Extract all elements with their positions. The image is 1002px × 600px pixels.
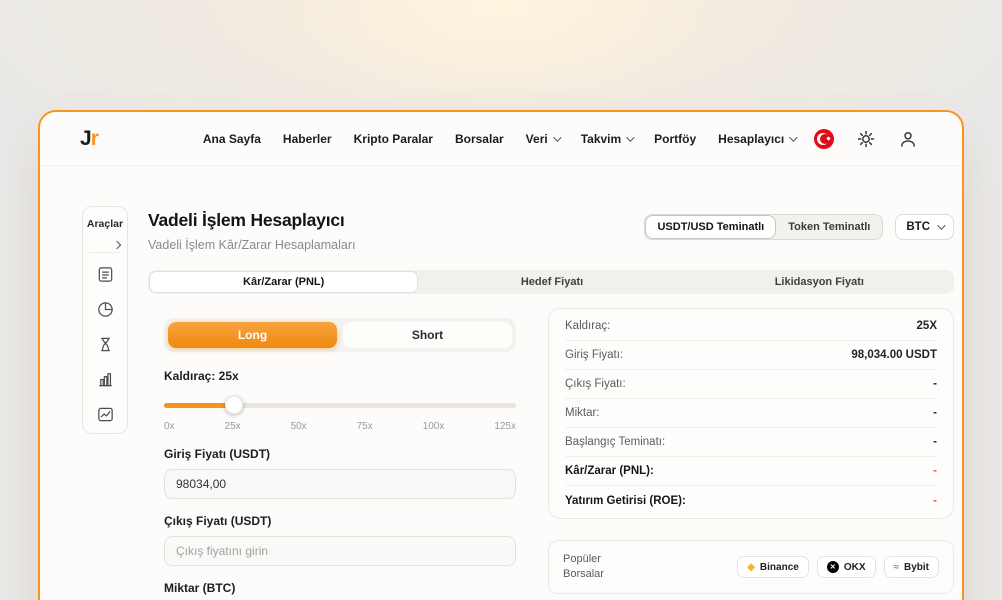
okx-button[interactable]: ✕ OKX bbox=[817, 556, 876, 578]
nav-item-haberler[interactable]: Haberler bbox=[283, 132, 332, 146]
pie-chart-icon bbox=[96, 300, 115, 319]
title-block: Vadeli İşlem Hesaplayıcı Vadeli İşlem Kâ… bbox=[148, 210, 355, 252]
nav-item-borsalar[interactable]: Borsalar bbox=[455, 132, 504, 146]
theme-toggle-button[interactable] bbox=[852, 125, 880, 153]
nav-item-hesaplayici[interactable]: Hesaplayıcı bbox=[718, 132, 795, 146]
result-row-entry-price: Giriş Fiyatı: 98,034.00 USDT bbox=[565, 341, 937, 370]
tick-label: 0x bbox=[164, 421, 175, 432]
leverage-label: Kaldıraç: 25x bbox=[164, 369, 516, 383]
document-icon bbox=[96, 265, 115, 284]
line-chart-icon bbox=[96, 405, 115, 424]
collateral-option-usdt[interactable]: USDT/USD Teminatlı bbox=[645, 215, 776, 239]
main-card: Jr Ana Sayfa Haberler Kripto Paralar Bor… bbox=[38, 110, 964, 600]
tick-label: 125x bbox=[494, 421, 516, 432]
tools-sidebar: Araçlar bbox=[82, 206, 128, 434]
long-button[interactable]: Long bbox=[168, 322, 337, 348]
nav-item-portfoy[interactable]: Portföy bbox=[654, 132, 696, 146]
collateral-toggle: USDT/USD Teminatlı Token Teminatlı bbox=[644, 214, 883, 240]
calculator-tabs: Kâr/Zarar (PNL) Hedef Fiyatı Likidasyon … bbox=[148, 270, 954, 294]
tick-label: 100x bbox=[423, 421, 445, 432]
user-icon bbox=[898, 129, 918, 149]
result-row-exit-price: Çıkış Fiyatı: - bbox=[565, 370, 937, 399]
sidebar-item-line-chart[interactable] bbox=[94, 403, 116, 425]
calculator-form: Long Short Kaldıraç: 25x 0x 25x 50x 75x … bbox=[164, 318, 516, 600]
result-row-leverage: Kaldıraç: 25X bbox=[565, 312, 937, 341]
slider-handle[interactable] bbox=[225, 396, 243, 414]
tab-pnl[interactable]: Kâr/Zarar (PNL) bbox=[149, 271, 418, 293]
chevron-down-icon bbox=[553, 133, 561, 141]
entry-price-label: Giriş Fiyatı (USDT) bbox=[164, 447, 516, 461]
page-title: Vadeli İşlem Hesaplayıcı bbox=[148, 210, 355, 231]
sun-icon bbox=[856, 129, 876, 149]
okx-icon: ✕ bbox=[827, 561, 839, 573]
sidebar-expand-button[interactable] bbox=[111, 234, 122, 253]
bybit-button[interactable]: ≈ Bybit bbox=[884, 556, 940, 578]
content-header: Vadeli İşlem Hesaplayıcı Vadeli İşlem Kâ… bbox=[148, 210, 954, 252]
bar-chart-icon bbox=[96, 370, 115, 389]
chevron-down-icon bbox=[626, 133, 634, 141]
popular-exchanges-title: Popüler Borsalar bbox=[563, 552, 604, 582]
sidebar-item-hourglass[interactable] bbox=[94, 333, 116, 355]
header-controls: USDT/USD Teminatlı Token Teminatlı BTC bbox=[644, 214, 954, 240]
user-account-button[interactable] bbox=[894, 125, 922, 153]
result-row-quantity: Miktar: - bbox=[565, 399, 937, 428]
sidebar-item-bar-chart[interactable] bbox=[94, 368, 116, 390]
tick-label: 25x bbox=[225, 421, 241, 432]
exit-price-label: Çıkış Fiyatı (USDT) bbox=[164, 514, 516, 528]
top-navbar: Jr Ana Sayfa Haberler Kripto Paralar Bor… bbox=[40, 112, 962, 166]
chevron-down-icon bbox=[789, 133, 797, 141]
exit-price-input[interactable] bbox=[164, 536, 516, 566]
coin-select[interactable]: BTC bbox=[895, 214, 954, 240]
nav-menu: Ana Sayfa Haberler Kripto Paralar Borsal… bbox=[203, 132, 795, 146]
nav-item-takvim[interactable]: Takvim bbox=[581, 132, 632, 146]
nav-item-veri[interactable]: Veri bbox=[526, 132, 559, 146]
short-button[interactable]: Short bbox=[343, 322, 512, 348]
nav-item-kripto-paralar[interactable]: Kripto Paralar bbox=[354, 132, 433, 146]
brand-logo[interactable]: Jr bbox=[80, 127, 98, 151]
result-row-pnl: Kâr/Zarar (PNL): - bbox=[565, 457, 937, 486]
bybit-icon: ≈ bbox=[894, 562, 900, 573]
result-row-initial-margin: Başlangıç Teminatı: - bbox=[565, 428, 937, 457]
sidebar-item-pie[interactable] bbox=[94, 298, 116, 320]
binance-icon: ◆ bbox=[747, 562, 755, 573]
tab-hedef-fiyati[interactable]: Hedef Fiyatı bbox=[418, 271, 685, 293]
popular-exchanges-card: Popüler Borsalar ◆ Binance ✕ OKX ≈ Bybit bbox=[548, 540, 954, 594]
binance-button[interactable]: ◆ Binance bbox=[737, 556, 809, 578]
collateral-option-token[interactable]: Token Teminatlı bbox=[776, 215, 882, 239]
sidebar-tool-list bbox=[83, 263, 127, 437]
leverage-slider[interactable] bbox=[164, 396, 516, 414]
navbar-actions bbox=[810, 125, 922, 153]
result-row-roe: Yatırım Getirisi (ROE): - bbox=[565, 486, 937, 515]
language-flag-button[interactable] bbox=[810, 125, 838, 153]
sidebar-title: Araçlar bbox=[83, 207, 127, 230]
page-background: Jr Ana Sayfa Haberler Kripto Paralar Bor… bbox=[0, 0, 1002, 600]
tick-label: 75x bbox=[357, 421, 373, 432]
turkish-flag-icon bbox=[814, 129, 834, 149]
slider-tick-labels: 0x 25x 50x 75x 100x 125x bbox=[164, 421, 516, 432]
nav-item-ana-sayfa[interactable]: Ana Sayfa bbox=[203, 132, 261, 146]
sidebar-item-document[interactable] bbox=[94, 263, 116, 285]
position-toggle: Long Short bbox=[164, 318, 516, 352]
page-subtitle: Vadeli İşlem Kâr/Zarar Hesaplamaları bbox=[148, 238, 355, 252]
chevron-right-icon bbox=[113, 241, 121, 249]
chevron-down-icon bbox=[937, 221, 945, 229]
tab-likidasyon-fiyati[interactable]: Likidasyon Fiyatı bbox=[686, 271, 953, 293]
entry-price-input[interactable] bbox=[164, 469, 516, 499]
results-panel: Kaldıraç: 25X Giriş Fiyatı: 98,034.00 US… bbox=[548, 308, 954, 519]
hourglass-icon bbox=[96, 335, 115, 354]
exchange-buttons: ◆ Binance ✕ OKX ≈ Bybit bbox=[737, 556, 939, 578]
quantity-label: Miktar (BTC) bbox=[164, 581, 516, 595]
tick-label: 50x bbox=[291, 421, 307, 432]
slider-fill bbox=[164, 403, 234, 408]
